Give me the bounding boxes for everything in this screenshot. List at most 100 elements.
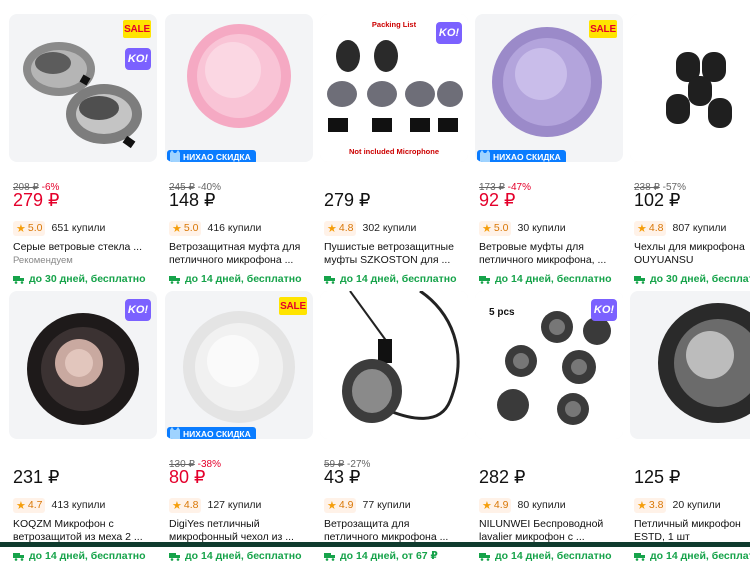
- rating-badge: ★ 4.8: [169, 497, 202, 513]
- rating-row: ★ 4.8 807 купили: [634, 220, 726, 236]
- sale-badge: SALE: [279, 297, 307, 315]
- rating-badge: ★ 5.0: [169, 220, 202, 236]
- truck-icon: [324, 275, 335, 284]
- ko-badge: KO!: [125, 48, 151, 70]
- star-icon: ★: [16, 222, 26, 235]
- star-icon: ★: [482, 222, 492, 235]
- price: 231 ₽: [13, 467, 60, 487]
- truck-icon: [13, 552, 24, 561]
- sale-badge: SALE: [589, 20, 617, 38]
- image-caption-bottom: Not included Microphone: [349, 147, 439, 156]
- bottom-bar: [0, 542, 750, 547]
- price: 80 ₽: [169, 467, 206, 487]
- price: 279 ₽: [13, 190, 60, 210]
- delivery-info: до 14 дней, бесплатно: [479, 273, 612, 285]
- truck-icon: [634, 552, 645, 561]
- ko-badge: KO!: [125, 299, 151, 321]
- star-icon: ★: [327, 222, 337, 235]
- product-image[interactable]: KO!: [9, 291, 157, 439]
- bought-count: 807 купили: [672, 222, 727, 234]
- product-image[interactable]: [320, 291, 468, 439]
- cat-icon: [480, 150, 490, 162]
- truck-icon: [324, 552, 335, 561]
- product-image[interactable]: НИХАО СКИДКА: [165, 14, 313, 162]
- truck-icon: [634, 275, 645, 284]
- rating-row: ★ 4.9 80 купили: [479, 497, 566, 513]
- bought-count: 416 купили: [207, 222, 262, 234]
- delivery-info: до 14 дней, бесплатно: [13, 550, 146, 562]
- truck-icon: [169, 275, 180, 284]
- cat-icon: [170, 150, 180, 162]
- rating-badge: ★ 4.9: [479, 497, 512, 513]
- product-title[interactable]: Ветрозащитная муфта для петличного микро…: [169, 241, 317, 267]
- product-image[interactable]: [630, 291, 750, 439]
- cat-icon: [170, 427, 180, 439]
- rating-row: ★ 4.8 302 купили: [324, 220, 416, 236]
- product-title[interactable]: KOQZM Микрофон с ветрозащитой из меха 2 …: [13, 518, 161, 544]
- rating-row: ★ 4.7 413 купили: [13, 497, 105, 513]
- recommended-label: Рекомендуем: [13, 255, 73, 266]
- price: 92 ₽: [479, 190, 516, 210]
- image-caption-top: 5 pcs: [489, 307, 515, 318]
- rating-row: ★ 5.0 30 купили: [479, 220, 566, 236]
- delivery-info: до 30 дней, бесплатно: [13, 273, 146, 285]
- rating-badge: ★ 5.0: [13, 220, 46, 236]
- delivery-info: до 30 дней, бесплатно: [634, 273, 750, 285]
- product-image[interactable]: [630, 14, 750, 162]
- star-icon: ★: [637, 222, 647, 235]
- product-grid: SALE KO! 208 ₽ -6% 279 ₽ ★ 5.0 651 купили…: [0, 0, 750, 562]
- bought-count: 413 купили: [51, 499, 106, 511]
- product-image[interactable]: Packing List Not included Microphone KO!: [320, 14, 468, 162]
- rating-badge: ★ 4.7: [13, 497, 46, 513]
- bought-count: 77 купили: [362, 499, 411, 511]
- bought-count: 127 купили: [207, 499, 262, 511]
- product-title[interactable]: Ветрозащита для петличного микрофона ...: [324, 518, 472, 544]
- product-title[interactable]: Серые ветровые стекла ...: [13, 241, 161, 254]
- product-title[interactable]: Ветровые муфты для петличного микрофона,…: [479, 241, 627, 267]
- star-icon: ★: [482, 499, 492, 512]
- rating-badge: ★ 5.0: [479, 220, 512, 236]
- rating-badge: ★ 4.9: [324, 497, 357, 513]
- price: 125 ₽: [634, 467, 681, 487]
- delivery-info: до 14 дней, бесплатно: [324, 273, 457, 285]
- product-image[interactable]: 5 pcs KO!: [475, 291, 623, 439]
- price: 43 ₽: [324, 467, 361, 487]
- price: 279 ₽: [324, 190, 371, 210]
- product-title[interactable]: DigiYes петличный микрофонный чехол из .…: [169, 518, 317, 544]
- truck-icon: [169, 552, 180, 561]
- bought-count: 80 купили: [517, 499, 566, 511]
- price: 148 ₽: [169, 190, 216, 210]
- rating-row: ★ 4.9 77 купили: [324, 497, 411, 513]
- product-title[interactable]: Петличный микрофон ESTD, 1 шт: [634, 518, 750, 544]
- rating-row: ★ 5.0 651 купили: [13, 220, 105, 236]
- rating-row: ★ 5.0 416 купили: [169, 220, 261, 236]
- truck-icon: [13, 275, 24, 284]
- bought-count: 651 купили: [51, 222, 106, 234]
- product-image[interactable]: SALE НИХАО СКИДКА: [475, 14, 623, 162]
- nihao-sale-badge: НИХАО СКИДКА: [477, 150, 566, 162]
- product-title[interactable]: Пушистые ветрозащитные муфты SZKOSTON дл…: [324, 241, 472, 267]
- nihao-sale-badge: НИХАО СКИДКА: [167, 150, 256, 162]
- truck-icon: [479, 552, 490, 561]
- bought-count: 20 купили: [672, 499, 721, 511]
- product-title[interactable]: Чехлы для микрофона OUYUANSU: [634, 241, 750, 267]
- rating-badge: ★ 4.8: [324, 220, 357, 236]
- rating-badge: ★ 4.8: [634, 220, 667, 236]
- star-icon: ★: [172, 499, 182, 512]
- star-icon: ★: [172, 222, 182, 235]
- sale-badge: SALE: [123, 20, 151, 38]
- star-icon: ★: [637, 499, 647, 512]
- delivery-info: до 14 дней, от 67 ₽: [324, 550, 438, 562]
- truck-icon: [479, 275, 490, 284]
- bought-count: 302 купили: [362, 222, 417, 234]
- product-image[interactable]: SALE НИХАО СКИДКА: [165, 291, 313, 439]
- ko-badge: KO!: [591, 299, 617, 321]
- star-icon: ★: [16, 499, 26, 512]
- product-image[interactable]: SALE KO!: [9, 14, 157, 162]
- rating-badge: ★ 3.8: [634, 497, 667, 513]
- bought-count: 30 купили: [517, 222, 566, 234]
- rating-row: ★ 3.8 20 купили: [634, 497, 721, 513]
- product-title[interactable]: NILUNWEI Беспроводной lavalier микрофон …: [479, 518, 627, 544]
- delivery-info: до 14 дней, бесплатно: [479, 550, 612, 562]
- delivery-info: до 14 дней, бесплатно: [169, 273, 302, 285]
